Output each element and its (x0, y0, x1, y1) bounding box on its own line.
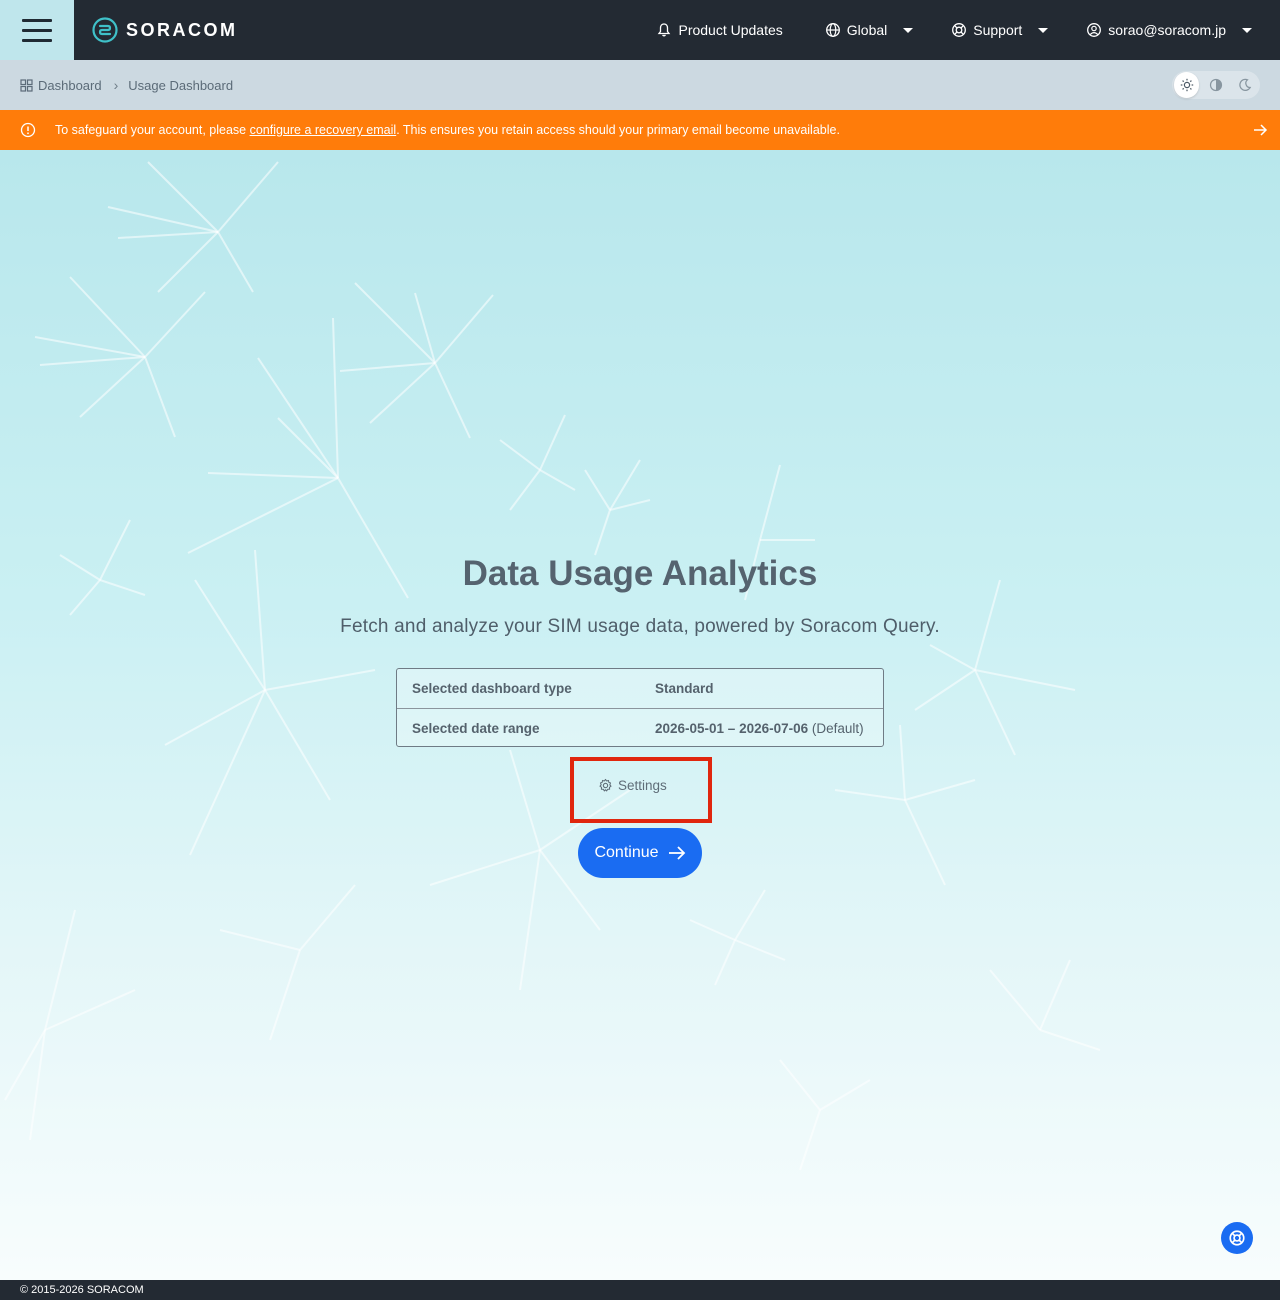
menu-toggle-button[interactable] (0, 0, 74, 60)
user-email: sorao@soracom.jp (1108, 22, 1226, 38)
support-dropdown[interactable]: Support (951, 0, 1049, 60)
continue-label: Continue (594, 844, 659, 861)
breadcrumb-current: Usage Dashboard (128, 77, 234, 93)
configure-recovery-email-link[interactable]: configure a recovery email (250, 123, 397, 137)
brand-name: SORACOM (126, 19, 238, 40)
sun-icon (1180, 78, 1193, 92)
page-title: Data Usage Analytics (462, 554, 818, 593)
chevron-down-icon (1038, 27, 1049, 33)
help-button[interactable] (1221, 1222, 1253, 1254)
banner-text: To safeguard your account, please config… (55, 123, 840, 137)
globe-icon (825, 22, 841, 38)
contrast-icon (1209, 78, 1223, 92)
summary-label: Selected date range (412, 720, 540, 736)
chevron-down-icon (1242, 27, 1252, 33)
page-subtitle: Fetch and analyze your SIM usage data, p… (340, 616, 940, 637)
user-menu-dropdown[interactable]: sorao@soracom.jp (1086, 0, 1252, 60)
lifebuoy-icon (951, 22, 967, 38)
continue-button[interactable]: Continue (578, 828, 702, 878)
brand-logo[interactable]: SORACOM (92, 17, 238, 43)
breadcrumb-label: Dashboard (38, 77, 102, 93)
theme-light-button[interactable] (1174, 72, 1200, 98)
moon-icon (1239, 78, 1252, 91)
settings-highlight-box (570, 757, 712, 823)
theme-auto-button[interactable] (1203, 72, 1228, 98)
support-label: Support (973, 22, 1023, 38)
breadcrumb: Dashboard › Usage Dashboard (0, 60, 1280, 110)
theme-dark-button[interactable] (1233, 72, 1258, 98)
selection-summary-table: Selected dashboard type Standard Selecte… (396, 668, 884, 747)
chevron-down-icon (903, 27, 914, 33)
soracom-logo-icon (92, 17, 118, 43)
theme-switcher (1172, 71, 1260, 99)
arrow-right-icon (668, 846, 685, 860)
region-label: Global (846, 22, 888, 38)
recovery-email-banner: To safeguard your account, please config… (0, 110, 1280, 150)
summary-row-dashboard-type: Selected dashboard type Standard (397, 669, 883, 708)
lifebuoy-icon (1229, 1230, 1245, 1246)
hamburger-icon (22, 18, 52, 22)
summary-value: 2026-05-01 – 2026-07-06 (Default) (655, 720, 864, 736)
summary-value: Standard (655, 681, 714, 696)
product-updates-link[interactable]: Product Updates (656, 0, 783, 60)
top-navbar: SORACOM Product Updates Global Support s… (0, 0, 1280, 60)
main-content: Data Usage Analytics Fetch and analyze y… (0, 150, 1280, 1280)
dashboard-grid-icon (20, 78, 33, 92)
region-dropdown[interactable]: Global (825, 0, 914, 60)
summary-label: Selected dashboard type (412, 681, 572, 696)
summary-row-date-range: Selected date range 2026-05-01 – 2026-07… (397, 708, 883, 747)
arrow-right-icon[interactable] (1252, 122, 1268, 138)
breadcrumb-dashboard-link[interactable]: Dashboard (20, 78, 102, 93)
user-circle-icon (1086, 22, 1102, 38)
bell-icon (656, 22, 672, 38)
product-updates-label: Product Updates (678, 22, 783, 38)
copyright-text: © 2015-2026 SORACOM (20, 1284, 144, 1296)
alert-circle-icon (20, 122, 36, 138)
footer: © 2015-2026 SORACOM (0, 1280, 1280, 1300)
chevron-right-icon: › (113, 77, 119, 93)
